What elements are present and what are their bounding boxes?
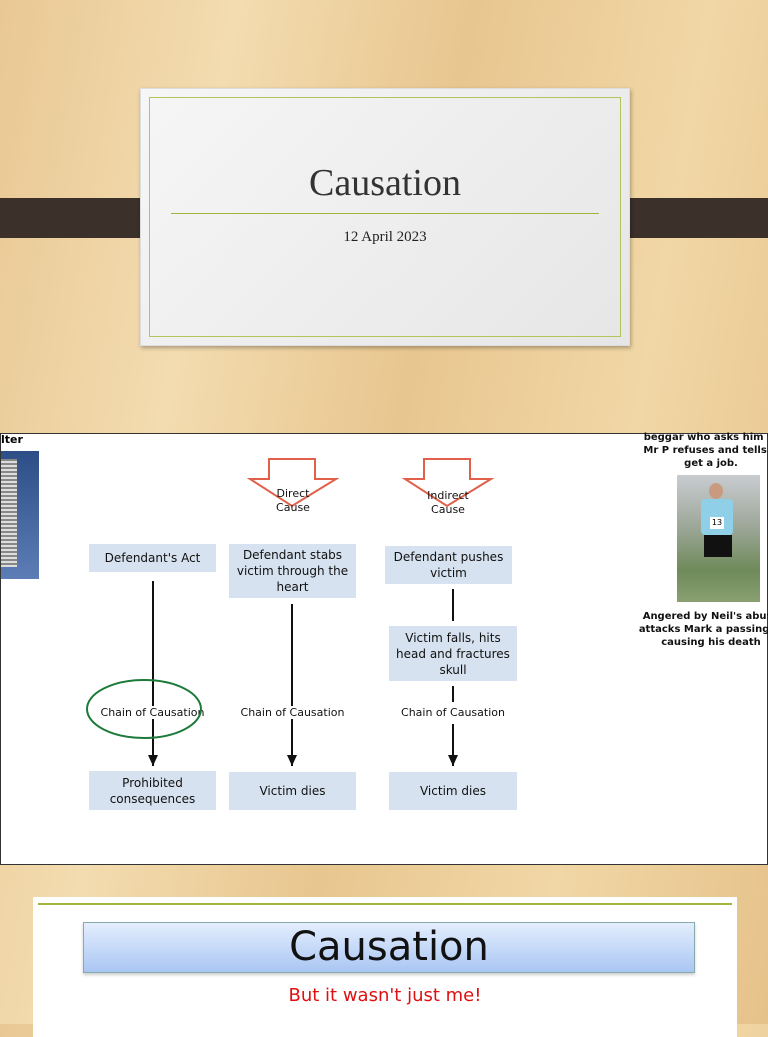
divider bbox=[38, 903, 732, 905]
chain-label: Chain of Causation bbox=[229, 706, 356, 719]
left-image bbox=[1, 451, 39, 579]
causation-banner: Causation bbox=[83, 922, 695, 973]
left-fragment-text: lter bbox=[1, 433, 23, 446]
direct-cause-label: Direct Cause bbox=[276, 487, 310, 514]
slide-date: 12 April 2023 bbox=[343, 229, 427, 245]
subtitle: But it wasn't just me! bbox=[288, 985, 482, 1006]
runner-photo: 13 bbox=[677, 475, 760, 602]
connector-line bbox=[452, 686, 454, 702]
left-decor-bar bbox=[0, 198, 155, 238]
slide-title: Causation bbox=[309, 162, 461, 204]
connector-line bbox=[452, 589, 454, 621]
victim-dies-box: Victim dies bbox=[229, 772, 356, 810]
right-top-text: beggar who asks him fo Mr P refuses and t… bbox=[643, 432, 768, 469]
indirect-cause-label: Indirect Cause bbox=[427, 489, 469, 516]
bib-number: 13 bbox=[710, 517, 724, 529]
victim-dies-box: Victim dies bbox=[389, 772, 517, 810]
defendant-pushes-box: Defendant pushes victim bbox=[385, 546, 512, 584]
right-bottom-text: Angered by Neil's abuse attacks Mark a pa… bbox=[638, 611, 768, 648]
diagram-slide: lter Direct Cause Indirect Cause Defendant… bbox=[0, 432, 768, 865]
chain-label: Chain of Causation bbox=[389, 706, 517, 719]
connector-line bbox=[291, 604, 293, 766]
defendant-stabs-box: Defendant stabs victim through the heart bbox=[229, 544, 356, 598]
arrowhead-icon bbox=[287, 755, 297, 766]
defendants-act-box: Defendant's Act bbox=[89, 544, 216, 572]
arrowhead-icon bbox=[148, 755, 158, 766]
causation-slide: Causation But it wasn't just me! bbox=[33, 897, 737, 1037]
title-slide: Causation 12 April 2023 bbox=[140, 88, 630, 346]
green-circle-annotation bbox=[86, 679, 202, 739]
arrowhead-icon bbox=[448, 755, 458, 766]
right-decor-bar bbox=[613, 198, 768, 238]
victim-falls-box: Victim falls, hits head and fractures sk… bbox=[389, 626, 517, 681]
prohibited-consequences-box: Prohibited consequences bbox=[89, 771, 216, 810]
divider bbox=[171, 213, 599, 214]
